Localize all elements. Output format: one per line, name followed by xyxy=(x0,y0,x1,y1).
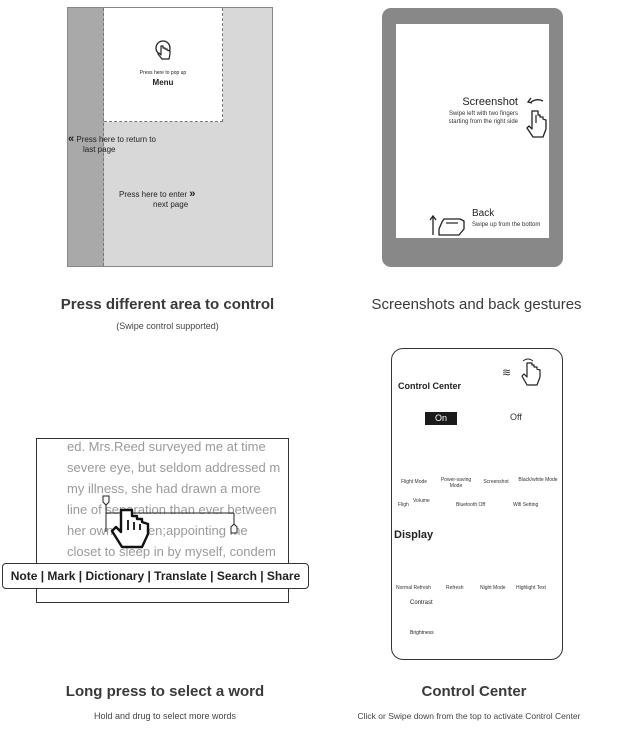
brightness-label: Brightness xyxy=(410,630,434,636)
menu-label: Menu xyxy=(152,78,174,87)
caption-3-sub: Hold and drug to select more words xyxy=(93,711,237,721)
press-hand-icon xyxy=(110,508,150,549)
caption-4-title: Control Center xyxy=(421,683,527,700)
flight-label: Fligh xyxy=(398,502,409,508)
display-section-title: Display xyxy=(394,529,434,541)
volume-label[interactable]: Volume xyxy=(413,498,430,504)
back-hint: Swipe up from the bottom xyxy=(472,222,541,228)
off-toggle[interactable]: Off xyxy=(510,412,522,422)
control-center-screen: Control Center ≋ On Off Flight Mode Powe… xyxy=(391,348,563,660)
flight-mode-button[interactable]: Flight Mode xyxy=(394,479,434,485)
text-line: severe eye, but seldom addressed m xyxy=(67,460,281,475)
ereader-device: Screenshot Swipe left with two fingers s… xyxy=(382,8,563,267)
double-chevron-left-icon: « xyxy=(68,133,75,145)
caption-2-title: Screenshots and back gestures xyxy=(371,296,582,313)
double-chevron-right-icon: » xyxy=(189,188,196,200)
black-white-button[interactable]: Black/white Mode xyxy=(517,477,559,483)
screenshot-label: Screenshot xyxy=(462,96,518,108)
menu-hint: Press here to pop up xyxy=(139,70,187,76)
two-finger-swipe-icon xyxy=(526,97,547,138)
return-hint: « Press here to return to last page xyxy=(68,133,156,155)
menu-tap-zone: Press here to pop up Menu xyxy=(104,8,223,122)
control-center-title: Control Center xyxy=(398,381,461,391)
screenshot-hint: Swipe left with two fingers starting fro… xyxy=(448,111,518,125)
tap-zones-diagram: Press here to pop up Menu « Press here t… xyxy=(67,7,273,267)
caption-1-sub: (Swipe control supported) xyxy=(116,321,219,331)
back-label: Back xyxy=(472,208,495,219)
power-saving-button[interactable]: Power-saving Mode xyxy=(436,477,476,489)
caption-1-title: Press different area to control xyxy=(60,296,275,313)
enter-hint: Press here to enter » next page xyxy=(119,188,196,210)
device-screen: Screenshot Swipe left with two fingers s… xyxy=(396,24,549,238)
normal-refresh-button[interactable]: Normal Refresh xyxy=(396,585,431,591)
wifi-setting-button[interactable]: Wifi Setting xyxy=(513,502,538,508)
caption-3-title: Long press to select a word xyxy=(65,683,265,700)
on-toggle[interactable]: On xyxy=(425,412,457,425)
swipe-down-chevrons-icon: ≋ xyxy=(502,367,512,379)
swipe-up-hand-icon xyxy=(429,214,465,236)
screenshot-button[interactable]: Screenshot xyxy=(478,479,514,485)
highlight-text-button[interactable]: Highlight Text xyxy=(516,585,546,591)
contrast-label: Contrast xyxy=(410,600,433,606)
bluetooth-button[interactable]: Bluetooth Off xyxy=(456,502,485,508)
night-mode-button[interactable]: Night Mode xyxy=(480,585,506,591)
tap-hand-icon xyxy=(521,358,541,386)
caption-4-sub: Click or Swipe down from the top to acti… xyxy=(357,711,581,721)
refresh-button[interactable]: Refresh xyxy=(446,585,464,591)
text-line: ed. Mrs.Reed surveyed me at time xyxy=(67,439,266,454)
selection-toolbar[interactable]: Note | Mark | Dictionary | Translate | S… xyxy=(2,563,309,589)
tap-hand-icon xyxy=(155,40,171,60)
